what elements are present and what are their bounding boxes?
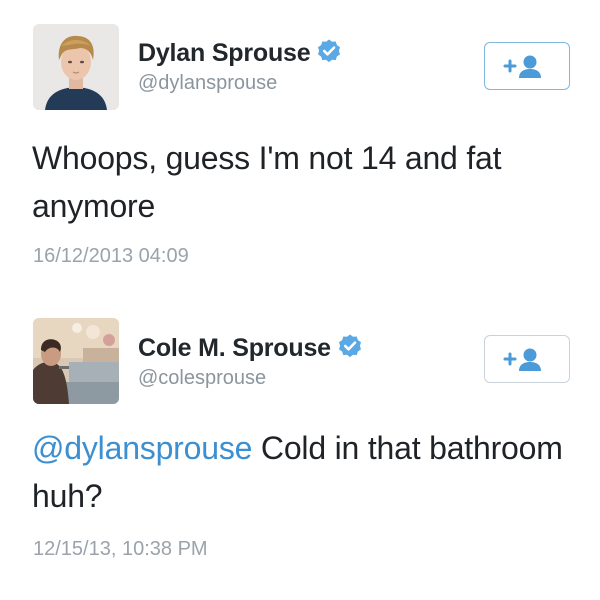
follow-button[interactable] [484,335,570,383]
display-name[interactable]: Dylan Sprouse [138,38,342,68]
user-handle[interactable]: @colesprouse [138,367,266,390]
verified-badge-icon [338,334,361,358]
follow-button[interactable] [484,42,570,90]
tweet-text: @dylansprouse Cold in that bathroom huh? [32,424,577,520]
display-name-text: Dylan Sprouse [138,39,311,67]
avatar-photo [33,24,119,110]
mention-link[interactable]: @dylansprouse [32,430,252,466]
verified-badge-icon [318,39,341,63]
display-name-text: Cole M. Sprouse [138,334,331,362]
add-user-icon [503,348,541,371]
tweet-timestamp[interactable]: 16/12/2013 04:09 [33,245,189,268]
display-name[interactable]: Cole M. Sprouse [138,333,363,363]
avatar[interactable] [33,24,119,110]
user-handle[interactable]: @dylansprouse [138,72,277,95]
tweet-text: Whoops, guess I'm not 14 and fat anymore [32,140,502,224]
avatar-photo [33,318,119,404]
tweet-divider [0,296,600,297]
avatar[interactable] [33,318,119,404]
tweet-timestamp[interactable]: 12/15/13, 10:38 PM [33,538,208,561]
add-user-icon [503,55,541,78]
